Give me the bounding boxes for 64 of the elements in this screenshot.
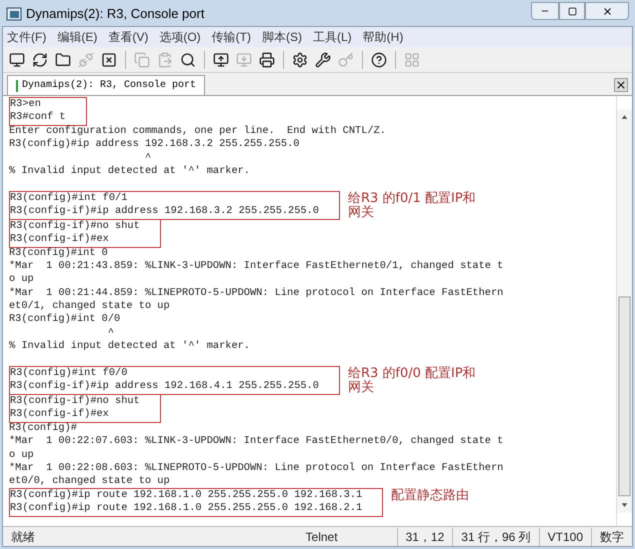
terminal-line: R3(config)#ip route 192.168.1.0 255.255.255.0 192.168.3.1 — [10, 488, 362, 501]
menu-item[interactable]: 工具(L) — [312, 28, 352, 46]
search-icon[interactable] — [180, 52, 196, 68]
terminal-line: et0/0, changed state to up — [9, 475, 170, 488]
cross-icon[interactable] — [101, 52, 117, 68]
terminal-line: R3(config-if)#ex — [10, 408, 109, 420]
menu-item[interactable]: 脚本(S) — [262, 28, 302, 46]
menu-item[interactable]: 传输(T) — [212, 28, 251, 46]
terminal-line: R3(config)#int 0/0 — [9, 313, 120, 326]
session-tab[interactable]: Dynamips(2): R3, Console port — [7, 75, 206, 95]
menu-item[interactable]: 选项(O) — [159, 28, 201, 46]
maximize-icon — [568, 6, 576, 16]
terminal-line: % Invalid input detected at '^' marker. — [9, 164, 250, 177]
status-field: Telnet — [246, 528, 397, 546]
terminal-line: Enter configuration commands, one per line. End with CNTL/Z. — [9, 124, 386, 137]
close-icon — [602, 6, 612, 16]
close-button[interactable] — [585, 2, 629, 20]
annotation-note: 配置静态路由 — [391, 488, 470, 503]
window-title: Dynamips(2): R3, Console port — [26, 5, 206, 24]
printer-icon[interactable] — [259, 52, 275, 68]
status-field: 数字 — [591, 528, 632, 546]
terminal-line: R3(config-if)#no shut — [10, 395, 140, 408]
annotation-note: 给R3 的f0/1 配置IP和网关 — [348, 192, 477, 220]
terminal-line: R3(config)#int f0/0 — [10, 367, 128, 380]
terminal-line: *Mar 1 00:22:07.603: %LINK-3-UPDOWN: Interface FastEthernet0/0, changed state t — [9, 435, 504, 448]
terminal-line: R3>en — [10, 98, 41, 110]
monitor-icon[interactable] — [9, 52, 25, 68]
close-tab-icon[interactable] — [614, 78, 628, 92]
maximize-button[interactable] — [559, 2, 585, 20]
terminal-line: ^ — [106, 326, 114, 339]
folder-icon[interactable] — [55, 52, 71, 68]
app-window-icon — [6, 6, 22, 22]
terminal-line: R3(config-if)#ip address 192.168.4.1 255.255.255.0 — [10, 380, 319, 392]
terminal-line: R3(config)#ip address 192.168.3.2 255.255.255.0 — [9, 138, 300, 150]
status-field: 31，12 — [396, 528, 452, 546]
monitor-icon[interactable] — [213, 52, 229, 68]
status-field: 就绪 — [3, 528, 247, 546]
help-icon[interactable] — [371, 52, 387, 68]
terminal-line: R3(config)#ip route 192.168.1.0 255.255.255.0 192.168.2.1 — [10, 502, 362, 514]
terminal-line: o up — [9, 273, 34, 286]
terminal-line: o up — [9, 448, 34, 461]
status-field: VT100 — [538, 528, 591, 546]
menu-item[interactable]: 文件(F) — [7, 28, 46, 46]
terminal-line: R3(config-if)#no shut — [10, 220, 140, 232]
terminal-line: R3(config-if)#ex — [10, 233, 109, 246]
settings-icon[interactable] — [292, 52, 308, 68]
terminal-line: R3(config)#int f0/1 — [10, 192, 128, 204]
terminal-line: ^ — [144, 152, 152, 164]
terminal-line: et0/1, changed state to up — [9, 300, 170, 312]
terminal-line: R3(config-if)#ip address 192.168.3.2 255.255.255.0 — [10, 205, 319, 218]
terminal-line: *Mar 1 00:22:08.603: %LINEPROTO-5-UPDOWN: Line protocol on Interface FastEthern — [9, 462, 504, 474]
menu-item[interactable]: 编辑(E) — [57, 28, 98, 46]
terminal-line: R3(config)#int 0 — [9, 246, 108, 259]
terminal-line: % Invalid input detected at '^' marker. — [9, 340, 250, 352]
menu-item[interactable]: 帮助(H) — [362, 28, 404, 46]
status-field: 31 行，96 列 — [452, 528, 539, 546]
wrench-icon[interactable] — [315, 52, 331, 68]
refresh-icon[interactable] — [32, 52, 48, 68]
terminal-line: *Mar 1 00:21:43.859: %LINK-3-UPDOWN: Interface FastEthernet0/1, changed state t — [9, 260, 504, 272]
annotation-note: 给R3 的f0/0 配置IP和网关 — [348, 367, 477, 396]
terminal-line: *Mar 1 00:21:44.859: %LINEPROTO-5-UPDOWN: Line protocol on Interface FastEthern — [9, 286, 504, 299]
terminal-line: R3(config)# — [9, 422, 77, 434]
menu-item[interactable]: 查看(V) — [108, 28, 148, 46]
terminal-line: R3#conf t — [10, 111, 66, 124]
